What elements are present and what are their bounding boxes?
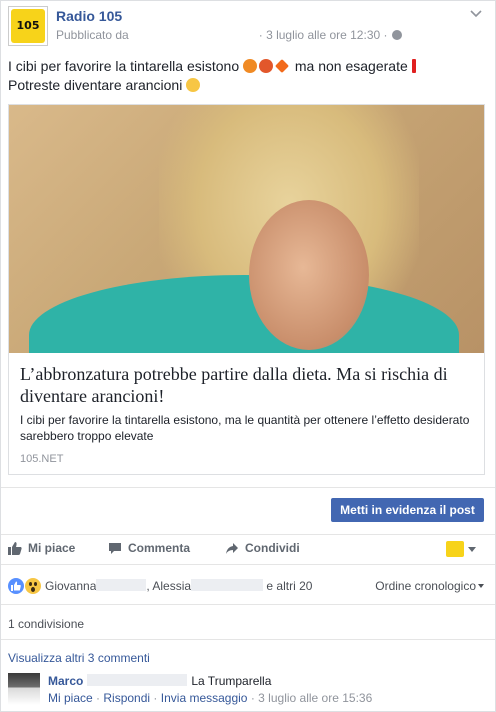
meta-separator-2: · [383,28,388,42]
like-label: Mi piace [28,541,76,555]
reactor-name-1[interactable]: Giovanna [45,579,96,593]
comment-meta: Mi piace · Rispondi · Invia messaggio · … [48,691,372,705]
caret-down-icon[interactable] [468,547,476,552]
send-message-link[interactable]: Invia messaggio [161,691,248,705]
comment-reply-link[interactable]: Rispondi [103,691,150,705]
preview-body: L’abbronzatura potrebbe partire dalla di… [9,353,484,475]
comment-button[interactable]: Commenta [108,541,190,555]
order-label: Ordine cronologico [375,579,476,593]
boost-post-button[interactable]: Metti in evidenza il post [331,498,484,522]
action-bar: Mi piace Commenta Condividi [1,536,495,563]
wow-reaction-icon[interactable] [25,578,41,594]
message-line2: Potreste diventare arancioni [8,77,183,93]
post-meta: Pubblicato da · 3 luglio alle ore 12:30 · [56,28,402,42]
reactions-summary: Giovanna, Alessia e altri 20 Ordine cron… [8,577,488,597]
redacted-name [191,579,264,591]
preview-title[interactable]: L’abbronzatura potrebbe partire dalla di… [20,363,473,407]
comment-label: Commenta [128,541,191,555]
published-by-label: Pubblicato da [56,28,129,42]
like-reaction-icon[interactable] [8,578,24,594]
divider [1,534,495,535]
share-button[interactable]: Condividi [225,541,300,555]
message-line1: I cibi per favorire la tintarella esisto… [8,58,240,74]
meta-separator: · [258,28,263,42]
preview-description: I cibi per favorire la tintarella esisto… [20,413,470,443]
carrot-emoji-icon [275,59,289,73]
share-arrow-icon [226,542,238,554]
preview-image-face [249,200,369,350]
comment-timestamp[interactable]: 3 luglio alle ore 15:36 [258,691,372,705]
actor-selector-avatar[interactable] [446,541,464,557]
page-name-link[interactable]: Radio 105 [56,8,122,24]
view-more-comments-link[interactable]: Visualizza altri 3 commenti [8,651,150,665]
comment-text: La Trumparella [191,674,272,688]
message-line1-suffix: ma non esagerate [294,58,408,74]
peach-emoji-icon [259,59,273,73]
caret-down-icon [478,584,484,588]
post-options-chevron-icon[interactable] [469,7,483,21]
divider [1,487,495,488]
comment-like-link[interactable]: Mi piace [48,691,93,705]
thumbs-up-icon [8,542,22,555]
reactor-names[interactable]: Giovanna, Alessia e altri 20 [45,579,312,593]
page-avatar[interactable]: 105 [8,6,48,46]
radio-105-logo: 105 [11,9,45,43]
preview-image[interactable] [9,105,484,353]
meta-separator: · [96,691,101,705]
reactor-name-2[interactable]: Alessia [152,579,191,593]
post-timestamp[interactable]: 3 luglio alle ore 12:30 [266,28,380,42]
redacted-name [96,579,147,591]
comment-order-dropdown[interactable]: Ordine cronologico [375,579,484,593]
share-count-link[interactable]: 1 condivisione [8,617,84,631]
tongue-face-emoji-icon [186,78,201,92]
meta-separator: · [250,691,255,705]
divider [1,639,495,640]
post-message: I cibi per favorire la tintarella esisto… [8,57,488,95]
preview-domain: 105.NET [20,453,64,465]
exclamation-emoji-icon [411,59,416,73]
meta-separator: · [153,691,158,705]
divider [1,564,495,565]
globe-icon[interactable] [391,30,402,40]
post-card: 105 Radio 105 Pubblicato da · 3 luglio al… [0,0,496,712]
comment-bubble-icon [109,542,121,554]
redacted-surname [87,674,188,686]
link-preview-card[interactable]: L’abbronzatura potrebbe partire dalla di… [8,104,485,475]
share-label: Condividi [245,541,300,555]
reactor-others[interactable]: e altri 20 [266,579,312,593]
comment: Marco La Trumparella [48,674,271,688]
like-button[interactable]: Mi piace [8,541,75,555]
orange-emoji-icon [243,59,257,73]
divider [1,604,495,605]
comment-author[interactable]: Marco [48,674,83,688]
commenter-avatar[interactable] [8,673,40,705]
